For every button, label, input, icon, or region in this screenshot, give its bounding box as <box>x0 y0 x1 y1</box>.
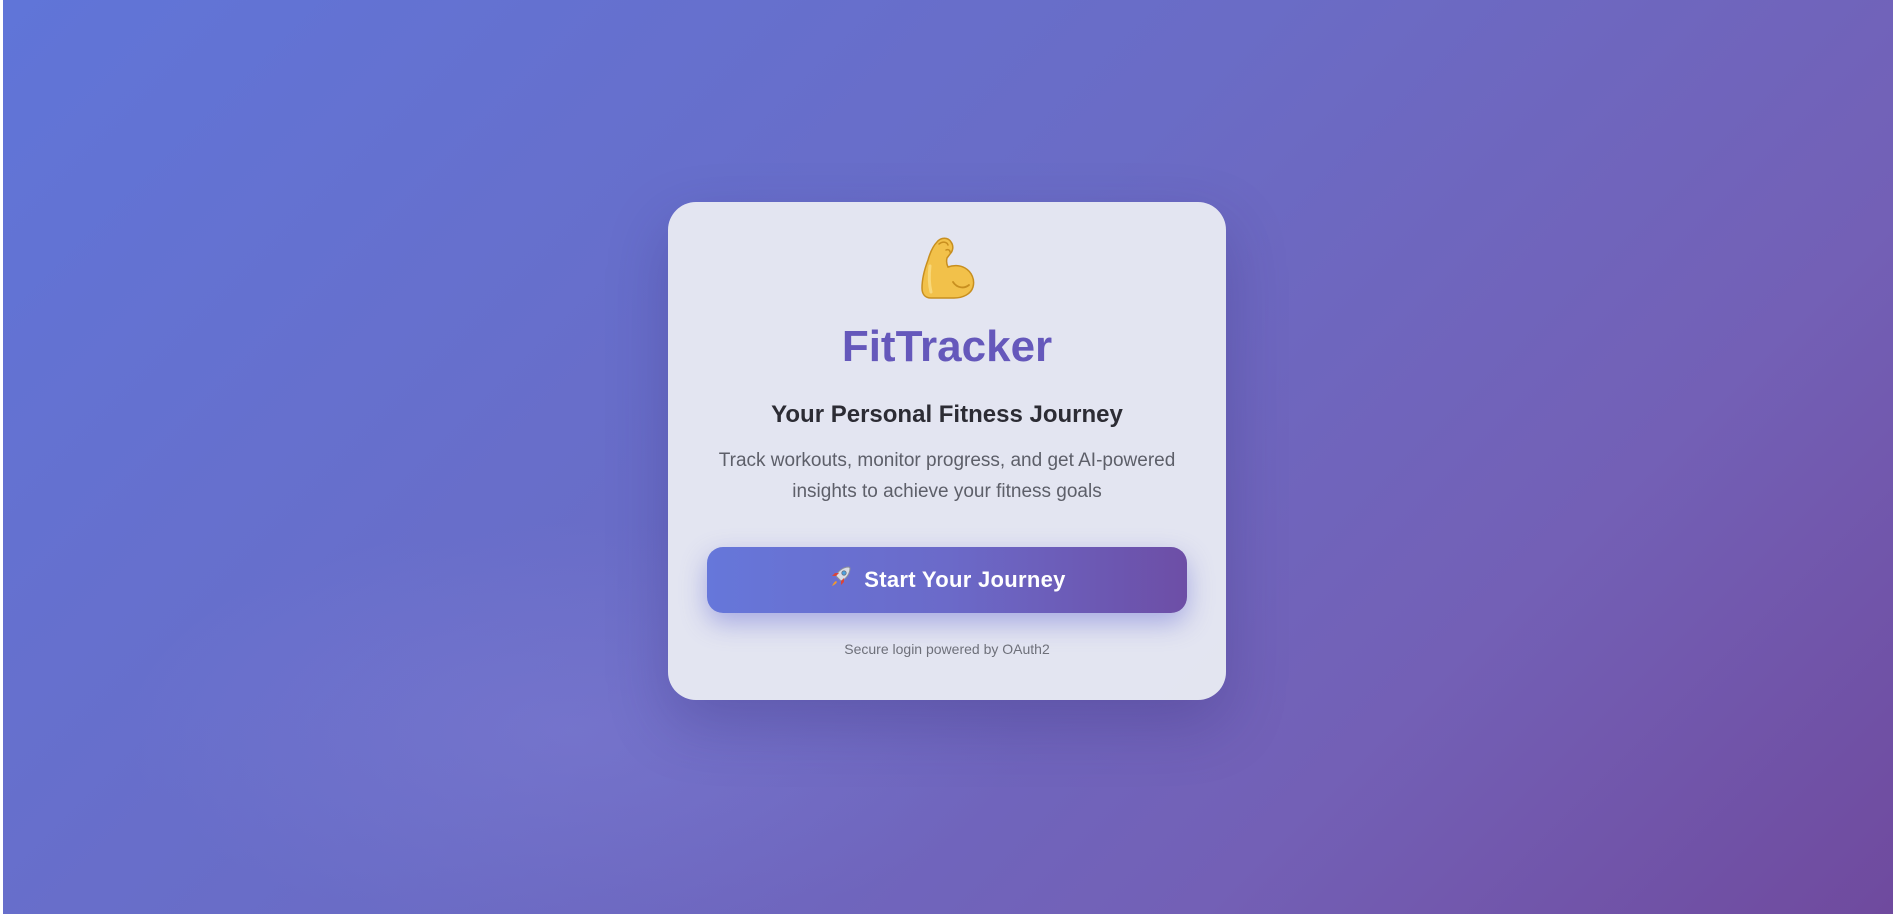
start-journey-button[interactable]: Start Your Journey <box>707 547 1187 613</box>
start-journey-label: Start Your Journey <box>864 567 1066 592</box>
flexed-biceps-icon <box>668 232 1226 302</box>
app-title: FitTracker <box>841 322 1053 371</box>
login-card: FitTracker Your Personal Fitness Journey… <box>668 202 1226 700</box>
page-background: FitTracker Your Personal Fitness Journey… <box>3 0 1893 914</box>
hero-description: Track workouts, monitor progress, and ge… <box>718 450 1176 502</box>
hero-subtitle: Your Personal Fitness Journey <box>771 401 1123 428</box>
secure-login-note: Secure login powered by OAuth2 <box>844 641 1050 657</box>
rocket-icon <box>828 564 854 596</box>
